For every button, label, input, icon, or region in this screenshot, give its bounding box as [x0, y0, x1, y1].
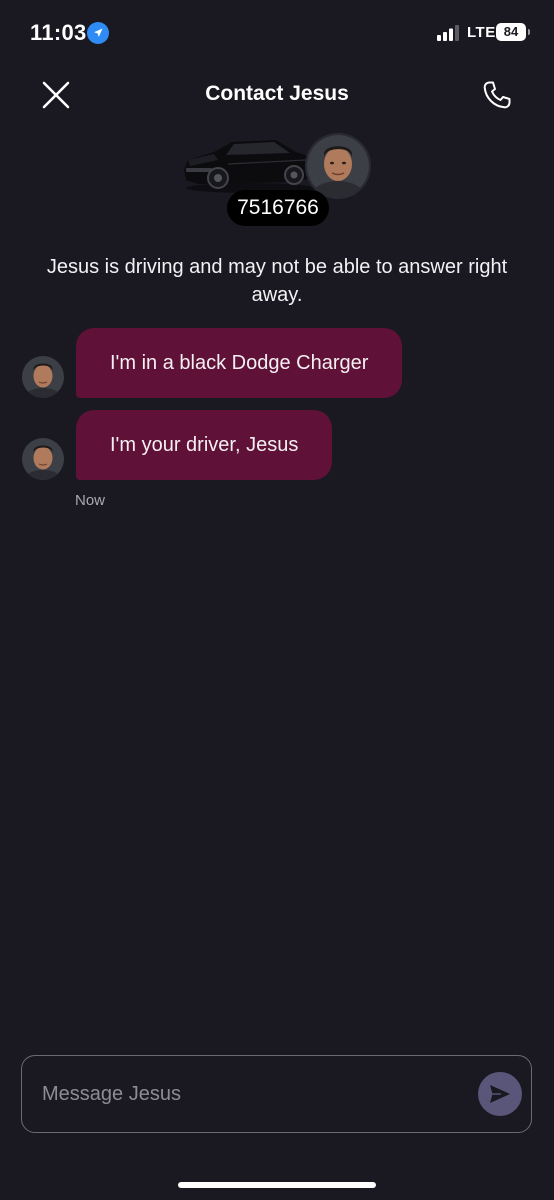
battery-tip — [528, 29, 530, 35]
status-time: 11:03 — [30, 20, 87, 45]
cellular-signal-icon — [437, 25, 461, 41]
vehicle-info: 7516766 — [178, 128, 378, 232]
driver-avatar — [22, 438, 64, 480]
message-bubble: I'm in a black Dodge Charger — [76, 328, 403, 398]
page-title: Contact Jesus — [205, 82, 349, 105]
message-input[interactable] — [42, 1076, 462, 1112]
home-indicator[interactable] — [178, 1182, 376, 1188]
message-timestamp: Now — [75, 492, 106, 509]
driver-avatar — [22, 356, 64, 398]
driver-photo — [305, 133, 371, 199]
message-bubble: I'm your driver, Jesus — [76, 410, 333, 480]
network-type: LTE — [467, 24, 496, 41]
call-button[interactable] — [480, 78, 514, 112]
send-icon — [490, 1085, 510, 1103]
status-bar: 11:03 LTE 84 — [0, 0, 554, 64]
battery-level: 84 — [496, 23, 526, 41]
license-plate: 7516766 — [227, 190, 329, 226]
driving-notice: Jesus is driving and may not be able to … — [46, 256, 508, 306]
car-image — [184, 140, 314, 193]
send-button[interactable] — [478, 1072, 522, 1116]
battery-icon: 84 — [496, 23, 530, 41]
location-arrow-icon — [87, 22, 109, 44]
phone-icon — [483, 81, 511, 109]
message-composer — [21, 1055, 532, 1133]
